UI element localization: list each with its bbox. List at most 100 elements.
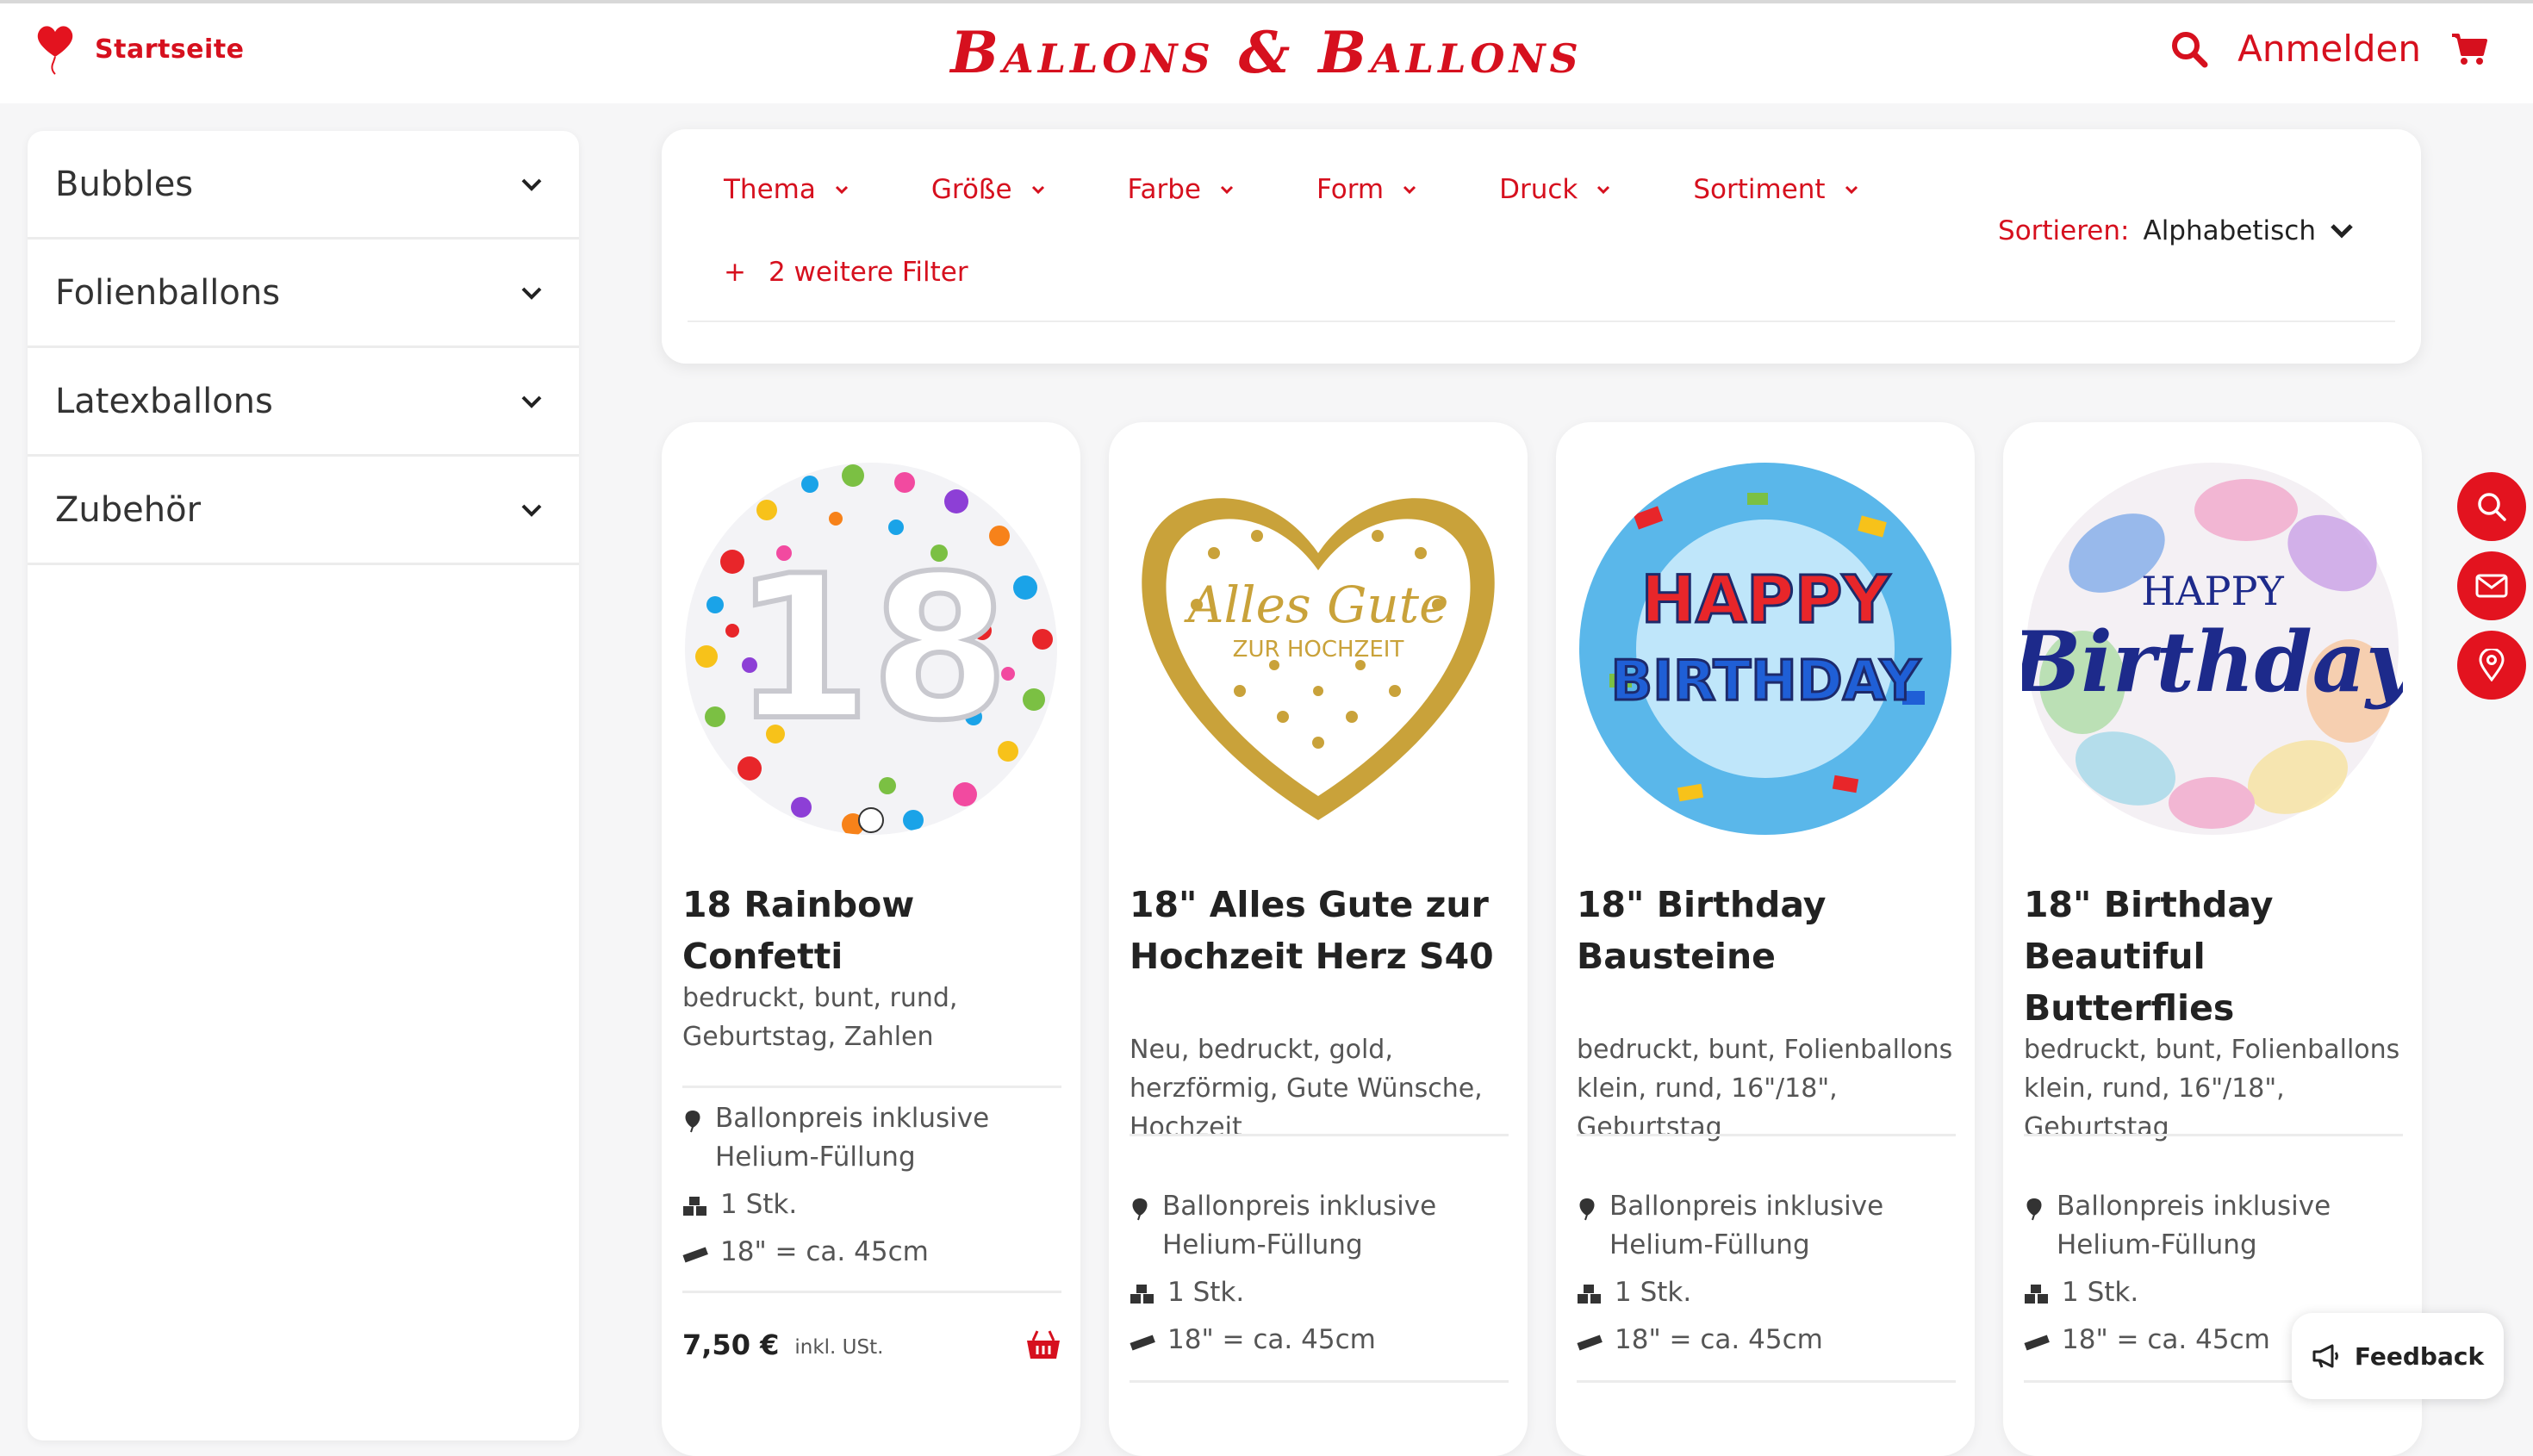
image-text: Birthday (2022, 613, 2403, 711)
quantity-text: 1 Stk. (2062, 1277, 2139, 1308)
sidebar-item-label: Zubehör (55, 489, 202, 530)
chevron-down-icon (1403, 185, 1416, 194)
size-text: 18" = ca. 45cm (1615, 1324, 1823, 1355)
product-image-rainbow-confetti-18[interactable]: 18 (681, 458, 1061, 839)
image-text: Alles Gute (1184, 576, 1449, 634)
vat-note: inkl. USt. (794, 1336, 884, 1359)
ruler-icon (1130, 1335, 1155, 1351)
add-to-basket-icon[interactable] (1025, 1328, 1061, 1361)
mail-icon (2475, 574, 2508, 598)
product-price: 7,50 € (682, 1328, 780, 1361)
product-tags: bedruckt, bunt, Folienballons klein, run… (2024, 1035, 2400, 1142)
product-name[interactable]: 18 Rainbow Confetti (682, 879, 1070, 982)
filter-form[interactable]: Form (1316, 174, 1416, 205)
product-image-birthday-butterflies[interactable]: HAPPY Birthday (2022, 458, 2403, 839)
chevron-down-icon (1845, 185, 1858, 194)
balloon-icon (685, 1110, 700, 1133)
ruler-icon (1577, 1335, 1603, 1351)
feedback-button[interactable]: Feedback (2292, 1313, 2504, 1399)
svg-text:18: 18 (733, 534, 1009, 764)
ruler-icon (682, 1247, 708, 1263)
quantity-icon (1578, 1285, 1601, 1304)
site-logo[interactable]: Ballons & Ballons (0, 19, 2533, 86)
product-name[interactable]: 18" Birthday Bausteine (1577, 879, 1964, 982)
filter-farbe[interactable]: Farbe (1128, 174, 1234, 205)
chevron-down-icon (521, 287, 542, 300)
sort-control[interactable]: Sortieren: Alphabetisch (1998, 215, 2354, 246)
size-text: 18" = ca. 45cm (1167, 1324, 1376, 1355)
filter-label: Farbe (1127, 174, 1201, 205)
more-filters-button[interactable]: + 2 weitere Filter (724, 257, 968, 288)
sidebar-item-latexballons[interactable]: Latexballons (28, 348, 579, 457)
search-icon[interactable] (2170, 30, 2208, 68)
quantity-text: 1 Stk. (720, 1189, 798, 1220)
chevron-down-icon[interactable] (2330, 223, 2354, 239)
product-card[interactable]: HAPPY Birthday 18" Birthday Beautiful Bu… (2003, 422, 2422, 1456)
filter-label: Druck (1499, 174, 1578, 205)
location-pin-icon (2479, 649, 2505, 681)
helium-note: Ballonpreis inklusive Helium-Füllung (1162, 1191, 1437, 1260)
sidebar-item-bubbles[interactable]: Bubbles (28, 131, 579, 240)
image-text: HAPPY (2141, 568, 2284, 614)
feedback-label: Feedback (2354, 1341, 2485, 1371)
quantity-icon (2025, 1285, 2048, 1304)
floating-mail-button[interactable] (2457, 551, 2526, 620)
quantity-text: 1 Stk. (1615, 1277, 1692, 1308)
image-text: BIRTHDAY (1610, 650, 1920, 713)
chevron-down-icon (521, 178, 542, 191)
divider (688, 320, 2395, 322)
image-text: HAPPY (1641, 561, 1891, 638)
filter-thema[interactable]: Thema (724, 174, 849, 205)
product-card[interactable]: HAPPY BIRTHDAY 18" Birthday Bausteine be… (1556, 422, 1975, 1456)
filter-label: Größe (930, 174, 1012, 205)
sidebar-item-label: Latexballons (55, 381, 273, 421)
floating-location-button[interactable] (2457, 631, 2526, 700)
helium-note: Ballonpreis inklusive Helium-Füllung (1609, 1191, 1884, 1260)
product-info: Ballonpreis inklusive Helium-Füllung 1 S… (682, 1099, 1070, 1272)
image-text: ZUR HOCHZEIT (1233, 637, 1404, 663)
balloon-icon (2026, 1198, 2042, 1221)
chevron-down-icon (835, 185, 848, 194)
filter-panel: Thema Größe Farbe Form Druck Sortiment +… (662, 129, 2421, 364)
product-name[interactable]: 18" Alles Gute zur Hochzeit Herz S40 (1130, 879, 1517, 982)
filter-sortiment[interactable]: Sortiment (1693, 174, 1858, 205)
product-info: Ballonpreis inklusive Helium-Füllung 1 S… (1577, 1187, 1964, 1360)
divider (682, 1291, 1061, 1293)
floating-search-button[interactable] (2457, 472, 2526, 541)
filter-label: Sortiment (1693, 174, 1826, 205)
search-icon (2478, 493, 2506, 521)
filter-druck[interactable]: Druck (1499, 174, 1610, 205)
product-card[interactable]: Alles Gute ZUR HOCHZEIT 18" Alles Gute z… (1109, 422, 1528, 1456)
divider (1577, 1134, 1956, 1136)
chevron-down-icon (1597, 185, 1610, 194)
divider (1577, 1380, 1956, 1383)
product-name[interactable]: 18" Birthday Beautiful Butterflies (2024, 879, 2412, 1034)
size-text: 18" = ca. 45cm (720, 1236, 929, 1267)
quantity-icon (1130, 1285, 1154, 1304)
megaphone-icon (2312, 1344, 2338, 1368)
product-image-heart-wedding[interactable]: Alles Gute ZUR HOCHZEIT (1128, 458, 1509, 839)
divider (1130, 1134, 1509, 1136)
quantity-text: 1 Stk. (1167, 1277, 1245, 1308)
filter-groesse[interactable]: Größe (931, 174, 1045, 205)
quantity-icon (683, 1197, 706, 1216)
filter-label: Form (1316, 174, 1385, 205)
login-link[interactable]: Anmelden (2237, 28, 2421, 70)
sort-value[interactable]: Alphabetisch (2143, 215, 2316, 246)
chevron-down-icon (1220, 185, 1234, 194)
helium-note: Ballonpreis inklusive Helium-Füllung (2057, 1191, 2331, 1260)
size-text: 18" = ca. 45cm (2062, 1324, 2270, 1355)
shopping-cart-icon[interactable] (2450, 32, 2488, 66)
sidebar-item-folienballons[interactable]: Folienballons (28, 240, 579, 348)
product-tags: bedruckt, bunt, rund, Geburtstag, Zahlen (682, 983, 958, 1052)
chevron-down-icon (521, 395, 542, 408)
divider (682, 1086, 1061, 1088)
helium-note: Ballonpreis inklusive Helium-Füllung (715, 1103, 990, 1173)
sidebar-item-zubehoer[interactable]: Zubehör (28, 457, 579, 565)
product-image-birthday-bausteine[interactable]: HAPPY BIRTHDAY (1575, 458, 1956, 839)
chevron-down-icon (521, 504, 542, 517)
product-info: Ballonpreis inklusive Helium-Füllung 1 S… (1130, 1187, 1517, 1360)
price-row: 7,50 € inkl. USt. (682, 1328, 1061, 1361)
balloon-icon (1579, 1198, 1595, 1221)
product-card[interactable]: 18 18 Rainbow Confetti bedruckt, bunt, r… (662, 422, 1080, 1456)
